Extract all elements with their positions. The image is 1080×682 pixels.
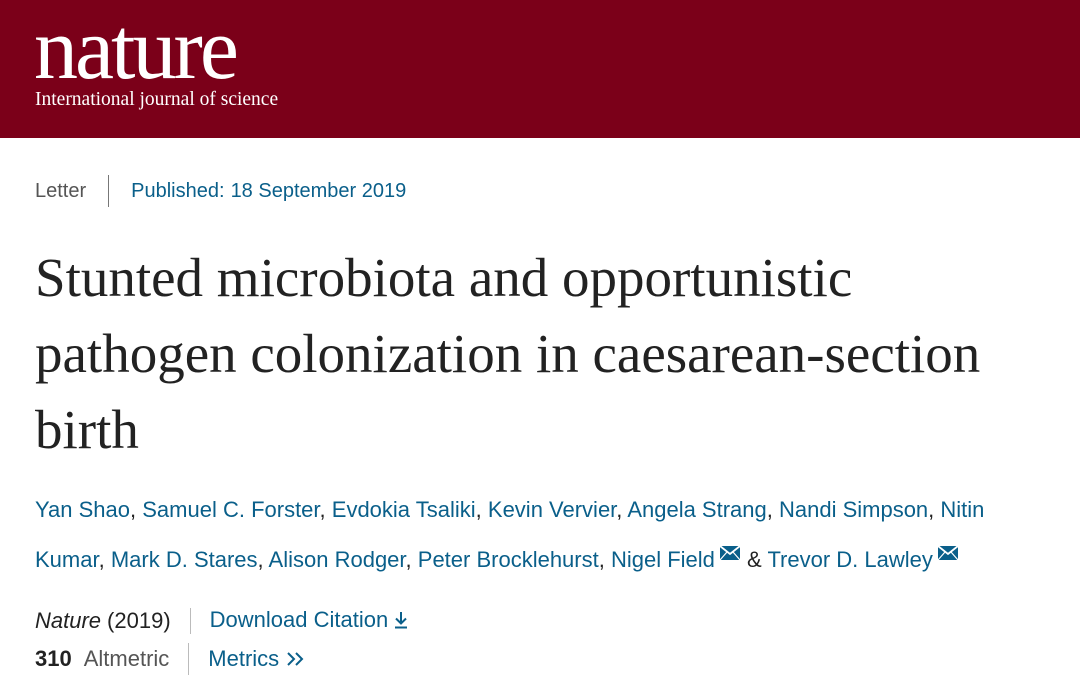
author-separator: , [616, 497, 628, 522]
article-title: Stunted microbiota and opportunistic pat… [35, 247, 981, 460]
article-meta: Letter Published: 18 September 2019 [35, 175, 406, 207]
metrics-divider [188, 643, 190, 675]
journal-name: Nature [35, 608, 102, 633]
author-link[interactable]: Angela Strang [627, 497, 766, 522]
download-arrow-icon [393, 609, 409, 635]
altmetric-label: Altmetric [83, 646, 170, 671]
meta-divider [108, 175, 110, 207]
author-link[interactable]: Alison Rodger [269, 547, 406, 572]
metrics-label: Metrics [208, 645, 280, 671]
altmetric-count: 310 [35, 646, 72, 671]
author-link[interactable]: Evdokia Tsaliki [332, 497, 476, 522]
author-link[interactable]: Kevin Vervier [488, 497, 616, 522]
metrics-link[interactable]: Metrics [208, 646, 306, 673]
citation-divider [189, 608, 191, 634]
author-link[interactable]: Nigel Field [611, 547, 715, 572]
author-link[interactable]: Trevor D. Lawley [767, 547, 932, 572]
author-link[interactable]: Mark D. Stares [111, 547, 258, 572]
published-date: 18 September 2019 [230, 179, 407, 202]
publication-year: (2019) [107, 608, 171, 633]
download-citation-link[interactable]: Download Citation [210, 607, 410, 635]
author-separator: , [598, 547, 611, 572]
author-separator: , [766, 497, 779, 522]
journal-masthead: nature International journal of science [0, 0, 1080, 138]
nature-logo[interactable]: nature [34, 6, 239, 94]
envelope-icon[interactable] [719, 532, 741, 576]
download-citation-label: Download Citation [209, 607, 389, 632]
author-link[interactable]: Peter Brocklehurst [418, 547, 599, 572]
envelope-icon[interactable] [937, 532, 959, 576]
author-list: Yan Shao, Samuel C. Forster, Evdokia Tsa… [35, 488, 1050, 582]
citation-row: Nature (2019) Download Citation [35, 605, 409, 637]
article-type: Letter [35, 179, 87, 202]
author-separator: , [257, 547, 269, 572]
author-link[interactable]: Samuel C. Forster [142, 497, 319, 522]
author-separator: , [319, 497, 332, 522]
double-chevron-right-icon [286, 647, 306, 673]
journal-tagline: International journal of science [35, 89, 279, 110]
author-separator: , [130, 497, 143, 522]
metrics-row: 310 Altmetric Metrics [35, 643, 306, 675]
author-separator: , [475, 497, 488, 522]
author-link[interactable]: Nandi Simpson [779, 497, 928, 522]
author-connector: & [747, 547, 762, 572]
author-separator: , [928, 497, 941, 522]
published-label: Published: [131, 179, 225, 202]
author-separator: , [98, 547, 111, 572]
author-separator: , [405, 547, 418, 572]
author-link[interactable]: Yan Shao [35, 497, 130, 522]
